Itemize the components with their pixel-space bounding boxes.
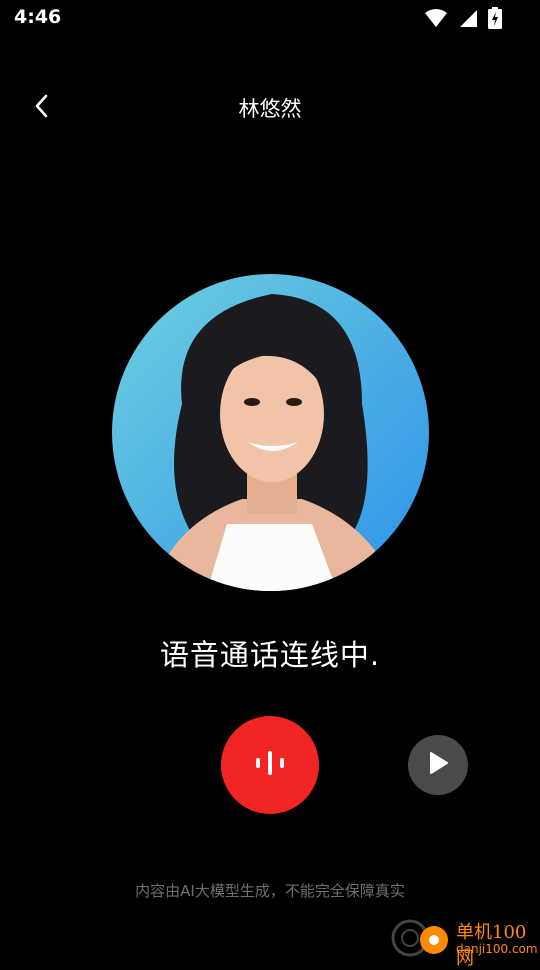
play-button[interactable] [408,735,468,795]
status-time: 4:46 [14,6,62,28]
status-icons [424,7,502,33]
signal-icon [458,8,478,32]
watermark-logo-icon [390,916,452,962]
status-bar: 4:46 [0,0,540,38]
watermark: 单机100网 danji100.com [390,912,540,969]
voice-wave-icon [253,748,287,782]
play-icon [427,751,449,779]
page-title: 林悠然 [238,97,302,121]
watermark-domain: danji100.com [456,942,538,956]
wifi-icon [424,8,448,32]
call-status-text: 语音通话连线中. [159,638,381,672]
header: 林悠然 [0,80,540,136]
voice-button[interactable] [221,716,319,814]
ai-disclaimer: 内容由AI大模型生成，不能完全保障真实 [135,882,405,900]
battery-icon [488,7,502,33]
avatar [112,274,429,591]
